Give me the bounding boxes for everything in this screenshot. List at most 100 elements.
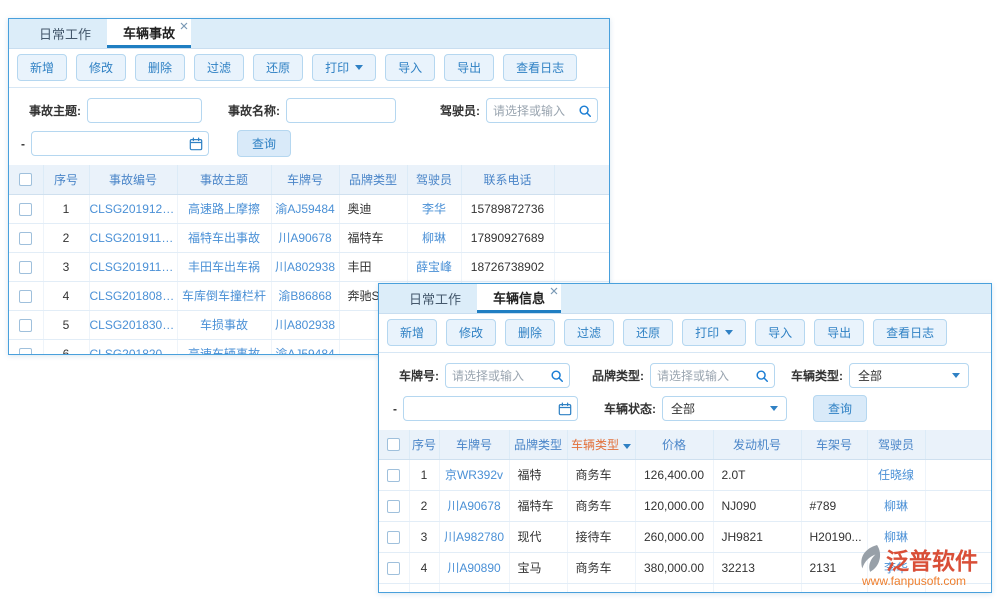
cell-plate[interactable]: 川A90678	[271, 223, 339, 252]
subject-input[interactable]	[87, 98, 202, 123]
row-checkbox[interactable]	[19, 261, 32, 274]
vehicle-type-select[interactable]: 全部	[849, 363, 969, 388]
cell-accident-no[interactable]: CLSG2019120001	[89, 194, 177, 223]
col-driver[interactable]: 驾驶员	[867, 430, 925, 459]
edit-button[interactable]: 修改	[446, 319, 496, 346]
tab-vehicle-accident[interactable]: 车辆事故	[107, 19, 191, 48]
search-icon[interactable]	[578, 104, 592, 118]
query-button[interactable]: 查询	[237, 130, 291, 157]
cell-subject[interactable]: 车损事故	[177, 310, 271, 339]
cell-accident-no[interactable]: CLSG2019110002	[89, 223, 177, 252]
tab-vehicle-info[interactable]: 车辆信息	[477, 284, 561, 313]
col-accident-no[interactable]: 事故编号	[89, 165, 177, 194]
col-price[interactable]: 价格	[635, 430, 713, 459]
cell-accident-no[interactable]: CLSG201820001	[89, 339, 177, 355]
restore-button[interactable]: 还原	[623, 319, 673, 346]
cell-driver[interactable]: 柳琳	[867, 521, 925, 552]
export-button[interactable]: 导出	[814, 319, 864, 346]
col-driver[interactable]: 驾驶员	[407, 165, 461, 194]
col-seq[interactable]: 序号	[409, 430, 439, 459]
edit-button[interactable]: 修改	[76, 54, 126, 81]
close-icon[interactable]	[550, 287, 558, 295]
tab-daily-work[interactable]: 日常工作	[393, 284, 477, 313]
cell-driver[interactable]: 薛宝峰	[407, 252, 461, 281]
filter-button[interactable]: 过滤	[564, 319, 614, 346]
import-button[interactable]: 导入	[755, 319, 805, 346]
cell-subject[interactable]: 车库倒车撞栏杆	[177, 281, 271, 310]
cell-plate[interactable]: 渝AJ59484	[271, 194, 339, 223]
select-all-checkbox[interactable]	[387, 438, 400, 451]
name-input[interactable]	[286, 98, 396, 123]
cell-plate[interactable]: 京WR392v	[439, 459, 509, 490]
col-seq[interactable]: 序号	[43, 165, 89, 194]
col-brand[interactable]: 品牌类型	[509, 430, 567, 459]
close-icon[interactable]	[180, 22, 188, 30]
col-vehicle-type-sorted[interactable]: 车辆类型	[567, 430, 635, 459]
cell-driver[interactable]: 柳琳	[407, 223, 461, 252]
vehicle-status-select[interactable]: 全部	[662, 396, 787, 421]
cell-driver[interactable]: 柳琳	[867, 490, 925, 521]
cell-subject[interactable]: 福特车出事故	[177, 223, 271, 252]
cell-subject[interactable]: 高速路上摩擦	[177, 194, 271, 223]
restore-button[interactable]: 还原	[253, 54, 303, 81]
search-icon[interactable]	[550, 369, 564, 383]
row-checkbox[interactable]	[19, 319, 32, 332]
row-checkbox[interactable]	[387, 531, 400, 544]
print-button[interactable]: 打印	[312, 54, 376, 81]
import-button[interactable]: 导入	[385, 54, 435, 81]
cell-plate[interactable]: 川A98271	[439, 583, 509, 593]
cell-driver[interactable]: 李华	[407, 194, 461, 223]
checkbox-cell	[9, 194, 43, 223]
print-button[interactable]: 打印	[682, 319, 746, 346]
delete-button[interactable]: 删除	[135, 54, 185, 81]
col-phone[interactable]: 联系电话	[461, 165, 554, 194]
date-input[interactable]	[403, 396, 578, 421]
search-icon[interactable]	[755, 369, 769, 383]
row-checkbox[interactable]	[19, 348, 32, 355]
calendar-icon[interactable]	[189, 137, 203, 151]
query-button[interactable]: 查询	[813, 395, 867, 422]
row-checkbox[interactable]	[387, 562, 400, 575]
cell-plate[interactable]: 川A802938	[271, 310, 339, 339]
cell-plate[interactable]: 川A982780	[439, 521, 509, 552]
cell-plate[interactable]: 渝B86868	[271, 281, 339, 310]
cell-driver[interactable]: 李华	[867, 552, 925, 583]
cell-plate[interactable]: 川A90890	[439, 552, 509, 583]
cell-plate[interactable]: 川A90678	[439, 490, 509, 521]
filter-button[interactable]: 过滤	[194, 54, 244, 81]
col-subject[interactable]: 事故主题	[177, 165, 271, 194]
select-all-checkbox[interactable]	[19, 173, 32, 186]
cell-seq: 3	[43, 252, 89, 281]
col-plate[interactable]: 车牌号	[271, 165, 339, 194]
row-checkbox[interactable]	[387, 469, 400, 482]
date-input[interactable]	[31, 131, 209, 156]
add-button[interactable]: 新增	[387, 319, 437, 346]
view-log-button[interactable]: 查看日志	[503, 54, 577, 81]
cell-plate[interactable]: 渝AJ59484	[271, 339, 339, 355]
cell-subject[interactable]: 高速车辆事故	[177, 339, 271, 355]
row-checkbox[interactable]	[19, 232, 32, 245]
row-checkbox[interactable]	[387, 500, 400, 513]
cell-driver[interactable]: 任晓缐	[867, 459, 925, 490]
cell-subject[interactable]: 丰田车出车祸	[177, 252, 271, 281]
cell-driver[interactable]: 李华	[867, 583, 925, 593]
col-plate[interactable]: 车牌号	[439, 430, 509, 459]
view-log-button[interactable]: 查看日志	[873, 319, 947, 346]
delete-button[interactable]: 删除	[505, 319, 555, 346]
col-frame-no[interactable]: 车架号	[801, 430, 867, 459]
col-brand[interactable]: 品牌类型	[339, 165, 407, 194]
tab-daily-work[interactable]: 日常工作	[23, 19, 107, 48]
cell-filler	[925, 552, 991, 583]
cell-accident-no[interactable]: CLSG2019110001	[89, 252, 177, 281]
sort-caret-down-icon[interactable]	[623, 444, 631, 449]
row-checkbox[interactable]	[19, 203, 32, 216]
cell-accident-no[interactable]: CLSG201830001	[89, 310, 177, 339]
col-engine-no[interactable]: 发动机号	[713, 430, 801, 459]
accident-table-header-row: 序号 事故编号 事故主题 车牌号 品牌类型 驾驶员 联系电话	[9, 165, 609, 194]
cell-plate[interactable]: 川A802938	[271, 252, 339, 281]
cell-accident-no[interactable]: CLSG2018080001	[89, 281, 177, 310]
export-button[interactable]: 导出	[444, 54, 494, 81]
calendar-icon[interactable]	[558, 402, 572, 416]
row-checkbox[interactable]	[19, 290, 32, 303]
add-button[interactable]: 新增	[17, 54, 67, 81]
